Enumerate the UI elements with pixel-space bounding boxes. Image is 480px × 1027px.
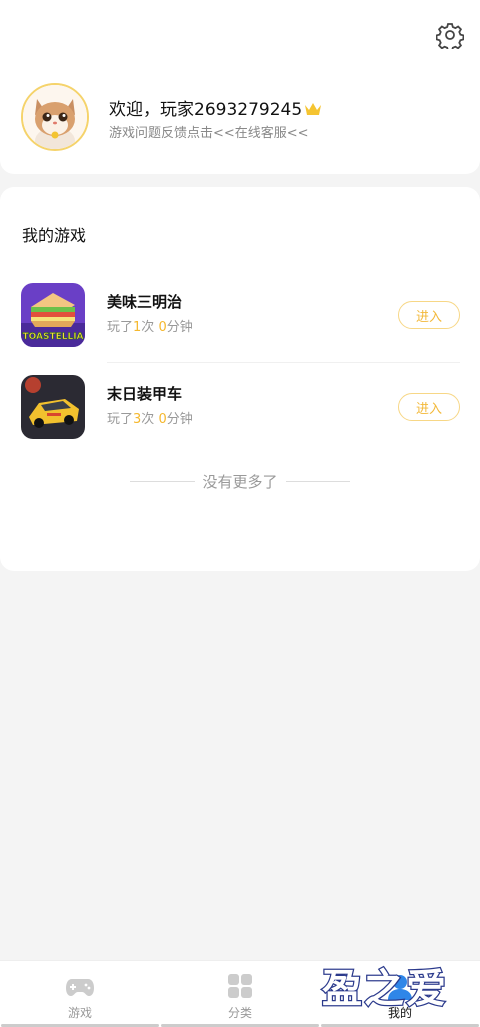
armored-car-game-icon[interactable] xyxy=(21,375,85,439)
count-unit: 次 xyxy=(141,320,155,335)
minutes-unit: 分钟 xyxy=(166,412,193,427)
played-prefix: 玩了 xyxy=(107,320,134,335)
enter-game-button[interactable]: 进入 xyxy=(398,393,460,421)
feedback-link[interactable]: 游戏问题反馈点击<<在线客服<< xyxy=(109,122,309,141)
game-name: 美味三明治 xyxy=(107,293,183,311)
tab-label: 游戏 xyxy=(67,1006,92,1020)
game-stats: 玩了3次 0分钟 xyxy=(107,408,193,427)
watermark-text: 盈之爱 xyxy=(322,966,448,1012)
game-row[interactable]: 末日装甲车 玩了3次 0分钟 进入 xyxy=(0,375,480,463)
crown-icon xyxy=(304,101,322,115)
grid-icon xyxy=(225,973,255,1001)
tab-category[interactable]: 分类 xyxy=(160,961,320,1027)
sandwich-game-icon[interactable]: TOASTELLIA xyxy=(21,283,85,347)
tab-games[interactable]: 游戏 xyxy=(0,961,160,1027)
sandwich-game-icon-text: TOASTELLIA xyxy=(22,332,83,342)
my-games-card: 我的游戏 TOASTELLIA 美味三明治 玩了1次 0分钟 进入 末日装甲车 … xyxy=(0,187,480,571)
welcome-text: 欢迎，玩家2693279245 xyxy=(109,95,322,120)
avatar[interactable] xyxy=(21,83,89,151)
minutes-unit: 分钟 xyxy=(166,320,193,335)
row-divider xyxy=(107,362,460,363)
play-minutes: 0 xyxy=(158,412,167,427)
game-name: 末日装甲车 xyxy=(107,385,183,403)
settings-gear-icon[interactable] xyxy=(435,21,465,52)
tab-label: 分类 xyxy=(227,1006,252,1020)
game-stats: 玩了1次 0分钟 xyxy=(107,316,193,335)
game-row[interactable]: TOASTELLIA 美味三明治 玩了1次 0分钟 进入 xyxy=(0,283,480,371)
enter-game-button[interactable]: 进入 xyxy=(398,301,460,329)
watermark-logo: 盈之爱 xyxy=(321,965,448,1012)
count-unit: 次 xyxy=(141,412,155,427)
play-minutes: 0 xyxy=(158,320,167,335)
section-title: 我的游戏 xyxy=(22,226,87,245)
cat-avatar-icon xyxy=(23,85,87,149)
welcome-label: 欢迎，玩家2693279245 xyxy=(109,100,303,120)
gamepad-icon xyxy=(65,973,95,1001)
divider-line xyxy=(130,480,195,482)
played-prefix: 玩了 xyxy=(107,412,134,427)
no-more-text: 没有更多了 xyxy=(202,472,278,491)
profile-card: 欢迎，玩家2693279245 游戏问题反馈点击<<在线客服<< xyxy=(0,0,480,174)
divider-line xyxy=(285,480,351,482)
no-more-indicator: 没有更多了 xyxy=(130,471,351,491)
